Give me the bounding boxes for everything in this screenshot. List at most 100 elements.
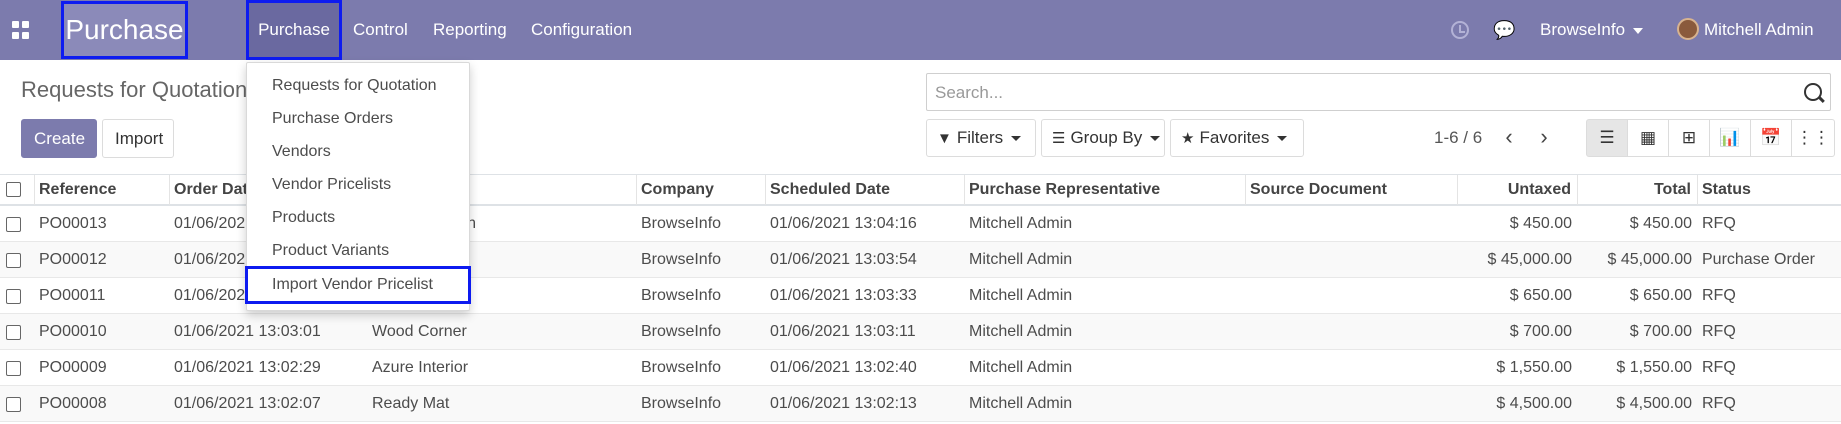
- app-brand[interactable]: Purchase: [61, 1, 188, 59]
- favorites-button[interactable]: ★ Favorites: [1170, 119, 1304, 157]
- kanban-view-icon[interactable]: ▦: [1627, 119, 1669, 157]
- header-reference[interactable]: Reference: [35, 175, 170, 205]
- dropdown-item-products[interactable]: Products: [247, 203, 469, 233]
- cell-vendor: Wood Corner: [372, 323, 467, 340]
- cell-representative: Mitchell Admin: [969, 251, 1073, 268]
- pivot-view-icon[interactable]: ⊞: [1668, 119, 1710, 157]
- dropdown-item-purchase-orders[interactable]: Purchase Orders: [247, 104, 469, 134]
- cell-order-date: 01/06/2021 13:02:29: [174, 359, 321, 376]
- cell-order-date: 01/06/2021 13:02:07: [174, 395, 321, 412]
- cell-untaxed: $ 450.00: [1509, 215, 1572, 232]
- user-avatar[interactable]: [1677, 18, 1699, 40]
- cell-scheduled-date: 01/06/2021 13:03:54: [770, 251, 917, 268]
- select-all-checkbox[interactable]: [6, 182, 21, 197]
- cell-representative: Mitchell Admin: [969, 359, 1073, 376]
- cell-untaxed: $ 700.00: [1509, 323, 1572, 340]
- row-checkbox[interactable]: [6, 217, 21, 232]
- header-scheduled-date[interactable]: Scheduled Date: [766, 175, 965, 205]
- dropdown-item-import-vendor-pricelist[interactable]: Import Vendor Pricelist: [245, 266, 471, 304]
- pager-previous-icon[interactable]: ‹: [1497, 124, 1521, 152]
- cell-vendor: Azure Interior: [372, 359, 469, 376]
- cell-status: RFQ: [1702, 287, 1736, 304]
- cell-status: RFQ: [1702, 395, 1736, 412]
- cell-total: $ 450.00: [1629, 215, 1692, 232]
- cell-company: BrowseInfo: [641, 215, 722, 232]
- cell-scheduled-date: 01/06/2021 13:02:40: [770, 359, 917, 376]
- menu-control[interactable]: Control: [353, 0, 408, 60]
- dropdown-item-vendor-pricelists[interactable]: Vendor Pricelists: [247, 170, 469, 200]
- cell-order-date: 01/06/2021 13:03:01: [174, 323, 321, 340]
- cell-total: $ 650.00: [1629, 287, 1692, 304]
- group-by-button[interactable]: ☰ Group By: [1041, 119, 1165, 157]
- list-bars-icon: ☰: [1052, 130, 1066, 147]
- row-checkbox[interactable]: [6, 325, 21, 340]
- cell-status: RFQ: [1702, 323, 1736, 340]
- cell-untaxed: $ 4,500.00: [1496, 395, 1572, 412]
- chevron-down-icon: [1277, 136, 1288, 142]
- pager-value[interactable]: 1-6 / 6: [1434, 128, 1482, 148]
- pager-next-icon[interactable]: ›: [1532, 124, 1556, 152]
- cell-total: $ 1,550.00: [1616, 359, 1692, 376]
- company-switcher[interactable]: BrowseInfo: [1540, 0, 1644, 60]
- user-menu[interactable]: Mitchell Admin: [1704, 0, 1814, 60]
- top-navbar: Purchase Purchase Control Reporting Conf…: [0, 0, 1841, 60]
- cell-status: Purchase Order: [1702, 251, 1815, 268]
- cell-reference: PO00013: [39, 215, 107, 232]
- cell-status: RFQ: [1702, 215, 1736, 232]
- row-checkbox[interactable]: [6, 289, 21, 304]
- cell-representative: Mitchell Admin: [969, 215, 1073, 232]
- header-source-document[interactable]: Source Document: [1246, 175, 1458, 205]
- menu-purchase[interactable]: Purchase: [246, 0, 342, 60]
- header-total[interactable]: Total: [1578, 175, 1698, 205]
- cell-untaxed: $ 45,000.00: [1487, 251, 1572, 268]
- messaging-chat-icon[interactable]: 💬: [1493, 20, 1515, 40]
- filter-icon: ▼: [937, 130, 952, 147]
- activity-view-icon[interactable]: ⋮⋮: [1791, 119, 1835, 157]
- header-untaxed[interactable]: Untaxed: [1458, 175, 1578, 205]
- header-company[interactable]: Company: [637, 175, 766, 205]
- company-name: BrowseInfo: [1540, 20, 1626, 39]
- create-button[interactable]: Create: [21, 119, 97, 158]
- cell-reference: PO00009: [39, 359, 107, 376]
- header-status[interactable]: Status: [1698, 175, 1841, 205]
- table-row[interactable]: PO00010 01/06/2021 13:03:01 Wood Corner …: [0, 314, 1841, 350]
- activity-clock-icon[interactable]: [1451, 21, 1469, 39]
- row-checkbox[interactable]: [6, 361, 21, 376]
- search-icon[interactable]: [1804, 83, 1822, 101]
- cell-reference: PO00010: [39, 323, 107, 340]
- row-checkbox[interactable]: [6, 397, 21, 412]
- list-view-icon[interactable]: ☰: [1586, 119, 1628, 157]
- cell-scheduled-date: 01/06/2021 13:04:16: [770, 215, 917, 232]
- dropdown-item-product-variants[interactable]: Product Variants: [247, 236, 469, 266]
- calendar-view-icon[interactable]: 📅: [1750, 119, 1792, 157]
- row-select-cell: [0, 386, 35, 422]
- cell-untaxed: $ 1,550.00: [1496, 359, 1572, 376]
- cell-company: BrowseInfo: [641, 359, 722, 376]
- row-select-cell: [0, 314, 35, 350]
- cell-company: BrowseInfo: [641, 395, 722, 412]
- search-box: [926, 73, 1831, 111]
- header-purchase-representative[interactable]: Purchase Representative: [965, 175, 1246, 205]
- table-row[interactable]: PO00008 01/06/2021 13:02:07 Ready Mat Br…: [0, 386, 1841, 422]
- cell-company: BrowseInfo: [641, 251, 722, 268]
- import-button[interactable]: Import: [102, 119, 174, 158]
- cell-scheduled-date: 01/06/2021 13:03:33: [770, 287, 917, 304]
- cell-reference: PO00011: [39, 287, 106, 304]
- cell-company: BrowseInfo: [641, 323, 722, 340]
- row-select-cell: [0, 242, 35, 278]
- cell-representative: Mitchell Admin: [969, 287, 1073, 304]
- cell-reference: PO00012: [39, 251, 107, 268]
- dropdown-item-requests-for-quotation[interactable]: Requests for Quotation: [247, 71, 469, 101]
- menu-configuration[interactable]: Configuration: [531, 0, 632, 60]
- table-row[interactable]: PO00009 01/06/2021 13:02:29 Azure Interi…: [0, 350, 1841, 386]
- cell-untaxed: $ 650.00: [1509, 287, 1572, 304]
- dropdown-item-vendors[interactable]: Vendors: [247, 137, 469, 167]
- row-select-cell: [0, 350, 35, 386]
- chevron-down-icon: [1633, 27, 1644, 34]
- graph-view-icon[interactable]: 📊: [1709, 119, 1751, 157]
- apps-menu-icon[interactable]: [12, 21, 30, 39]
- search-input[interactable]: [935, 82, 1785, 104]
- menu-reporting[interactable]: Reporting: [433, 0, 507, 60]
- filters-button[interactable]: ▼ Filters: [926, 119, 1036, 157]
- row-checkbox[interactable]: [6, 253, 21, 268]
